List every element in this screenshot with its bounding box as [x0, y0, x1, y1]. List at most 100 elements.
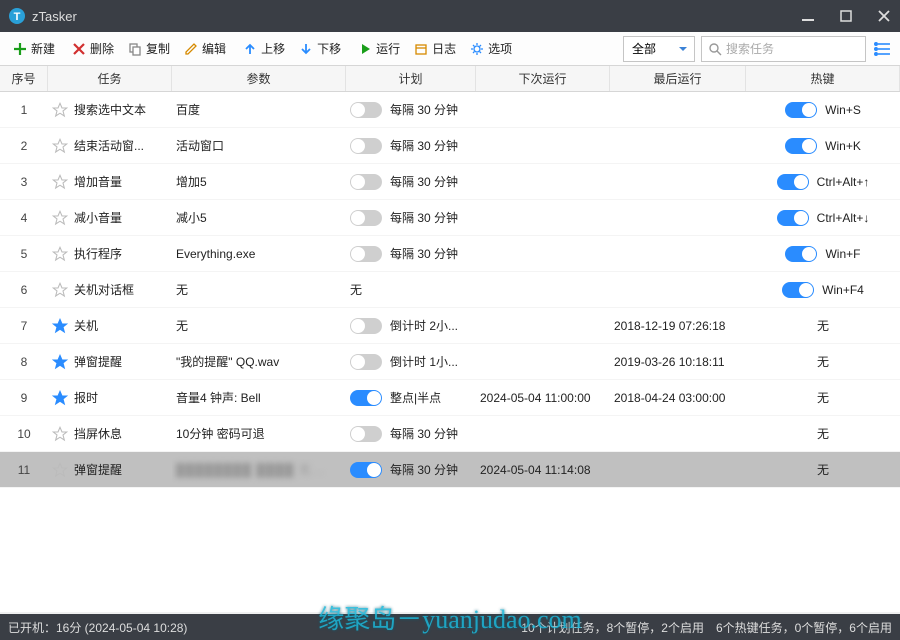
- star-filled-icon[interactable]: [52, 390, 68, 406]
- table-row[interactable]: 2结束活动窗...活动窗口每隔 30 分钟Win+K: [0, 128, 900, 164]
- move-up-button[interactable]: 上移: [236, 36, 292, 62]
- toggle[interactable]: [350, 210, 382, 226]
- table-row[interactable]: 6关机对话框无无Win+F4: [0, 272, 900, 308]
- filter-select[interactable]: 全部: [623, 36, 695, 62]
- cell-next: [476, 416, 610, 451]
- cell-plan: 整点|半点: [346, 380, 476, 415]
- cell-last: 2019-03-26 10:18:11: [610, 344, 746, 379]
- list-view-button[interactable]: [872, 38, 894, 60]
- toggle[interactable]: [785, 102, 817, 118]
- col-param[interactable]: 参数: [172, 66, 346, 91]
- toggle[interactable]: [350, 390, 382, 406]
- cell-param: "我的提醒" QQ.wav: [172, 344, 346, 379]
- cell-hot: 无: [746, 344, 900, 379]
- task-name: 弹窗提醒: [74, 353, 122, 370]
- table-row[interactable]: 3增加音量增加5每隔 30 分钟Ctrl+Alt+↑: [0, 164, 900, 200]
- cell-next: [476, 344, 610, 379]
- task-name: 挡屏休息: [74, 425, 122, 442]
- toggle[interactable]: [777, 210, 809, 226]
- toggle[interactable]: [785, 246, 817, 262]
- cell-last: [610, 236, 746, 271]
- close-button[interactable]: [876, 10, 892, 22]
- task-name: 减小音量: [74, 209, 122, 226]
- table-row[interactable]: 1搜索选中文本百度每隔 30 分钟Win+S: [0, 92, 900, 128]
- cell-plan: 倒计时 2小...: [346, 308, 476, 343]
- copy-icon: [128, 42, 142, 56]
- plan-text: 无: [350, 281, 362, 298]
- toggle[interactable]: [350, 174, 382, 190]
- star-filled-icon[interactable]: [52, 318, 68, 334]
- col-last[interactable]: 最后运行: [610, 66, 746, 91]
- col-hot[interactable]: 热键: [746, 66, 900, 91]
- table-row[interactable]: 4减小音量减小5每隔 30 分钟Ctrl+Alt+↓: [0, 200, 900, 236]
- new-button[interactable]: 新建: [6, 36, 62, 62]
- table-row[interactable]: 10挡屏休息10分钟 密码可退每隔 30 分钟无: [0, 416, 900, 452]
- cell-idx: 4: [0, 200, 48, 235]
- table-row[interactable]: 11弹窗提醒████████ ████ 无...每隔 30 分钟2024-05-…: [0, 452, 900, 488]
- star-outline-icon[interactable]: [52, 426, 68, 442]
- star-outline-icon[interactable]: [52, 462, 68, 478]
- col-plan[interactable]: 计划: [346, 66, 476, 91]
- run-button[interactable]: 运行: [351, 36, 407, 62]
- search-icon: [708, 42, 722, 56]
- toggle[interactable]: [782, 282, 814, 298]
- toggle[interactable]: [777, 174, 809, 190]
- plan-text: 每隔 30 分钟: [390, 101, 458, 118]
- toggle[interactable]: [350, 318, 382, 334]
- star-filled-icon[interactable]: [52, 354, 68, 370]
- log-button[interactable]: 日志: [407, 36, 463, 62]
- cell-task: 执行程序: [48, 236, 172, 271]
- copy-button[interactable]: 复制: [121, 36, 177, 62]
- star-outline-icon[interactable]: [52, 282, 68, 298]
- toggle[interactable]: [350, 426, 382, 442]
- toggle[interactable]: [350, 138, 382, 154]
- toggle[interactable]: [350, 462, 382, 478]
- table-row[interactable]: 9报时音量4 钟声: Bell整点|半点2024-05-04 11:00:002…: [0, 380, 900, 416]
- cell-idx: 3: [0, 164, 48, 199]
- maximize-button[interactable]: [838, 10, 854, 22]
- col-next[interactable]: 下次运行: [476, 66, 610, 91]
- cell-idx: 8: [0, 344, 48, 379]
- col-idx[interactable]: 序号: [0, 66, 48, 91]
- hotkey-text: 无: [817, 461, 829, 478]
- cell-param: 无: [172, 272, 346, 307]
- cell-plan: 无: [346, 272, 476, 307]
- cell-param: 音量4 钟声: Bell: [172, 380, 346, 415]
- cell-idx: 9: [0, 380, 48, 415]
- hotkey-text: Ctrl+Alt+↓: [817, 211, 870, 225]
- cell-task: 搜索选中文本: [48, 92, 172, 127]
- titlebar: T zTasker: [0, 0, 900, 32]
- toggle[interactable]: [350, 246, 382, 262]
- minimize-button[interactable]: [800, 10, 816, 22]
- hotkey-text: Win+S: [825, 103, 861, 117]
- hotkey-text: 无: [817, 353, 829, 370]
- options-button[interactable]: 选项: [463, 36, 519, 62]
- delete-button[interactable]: 删除: [65, 36, 121, 62]
- star-outline-icon[interactable]: [52, 138, 68, 154]
- cell-last: 2018-04-24 03:00:00: [610, 380, 746, 415]
- table-row[interactable]: 5执行程序Everything.exe每隔 30 分钟Win+F: [0, 236, 900, 272]
- cell-param: 增加5: [172, 164, 346, 199]
- app-title: zTasker: [32, 9, 77, 24]
- toggle[interactable]: [785, 138, 817, 154]
- grid-body: 1搜索选中文本百度每隔 30 分钟Win+S2结束活动窗...活动窗口每隔 30…: [0, 92, 900, 612]
- table-row[interactable]: 7关机无倒计时 2小...2018-12-19 07:26:18无: [0, 308, 900, 344]
- cell-last: [610, 416, 746, 451]
- col-task[interactable]: 任务: [48, 66, 172, 91]
- cell-hot: 无: [746, 416, 900, 451]
- search-input[interactable]: [726, 42, 846, 56]
- star-outline-icon[interactable]: [52, 246, 68, 262]
- cell-plan: 每隔 30 分钟: [346, 452, 476, 487]
- star-outline-icon[interactable]: [52, 210, 68, 226]
- move-down-button[interactable]: 下移: [292, 36, 348, 62]
- toggle[interactable]: [350, 102, 382, 118]
- cell-hot: 无: [746, 308, 900, 343]
- cell-hot: Win+F4: [746, 272, 900, 307]
- toggle[interactable]: [350, 354, 382, 370]
- star-outline-icon[interactable]: [52, 174, 68, 190]
- cell-param: 活动窗口: [172, 128, 346, 163]
- star-outline-icon[interactable]: [52, 102, 68, 118]
- task-name: 报时: [74, 389, 98, 406]
- table-row[interactable]: 8弹窗提醒"我的提醒" QQ.wav倒计时 1小...2019-03-26 10…: [0, 344, 900, 380]
- edit-button[interactable]: 编辑: [177, 36, 233, 62]
